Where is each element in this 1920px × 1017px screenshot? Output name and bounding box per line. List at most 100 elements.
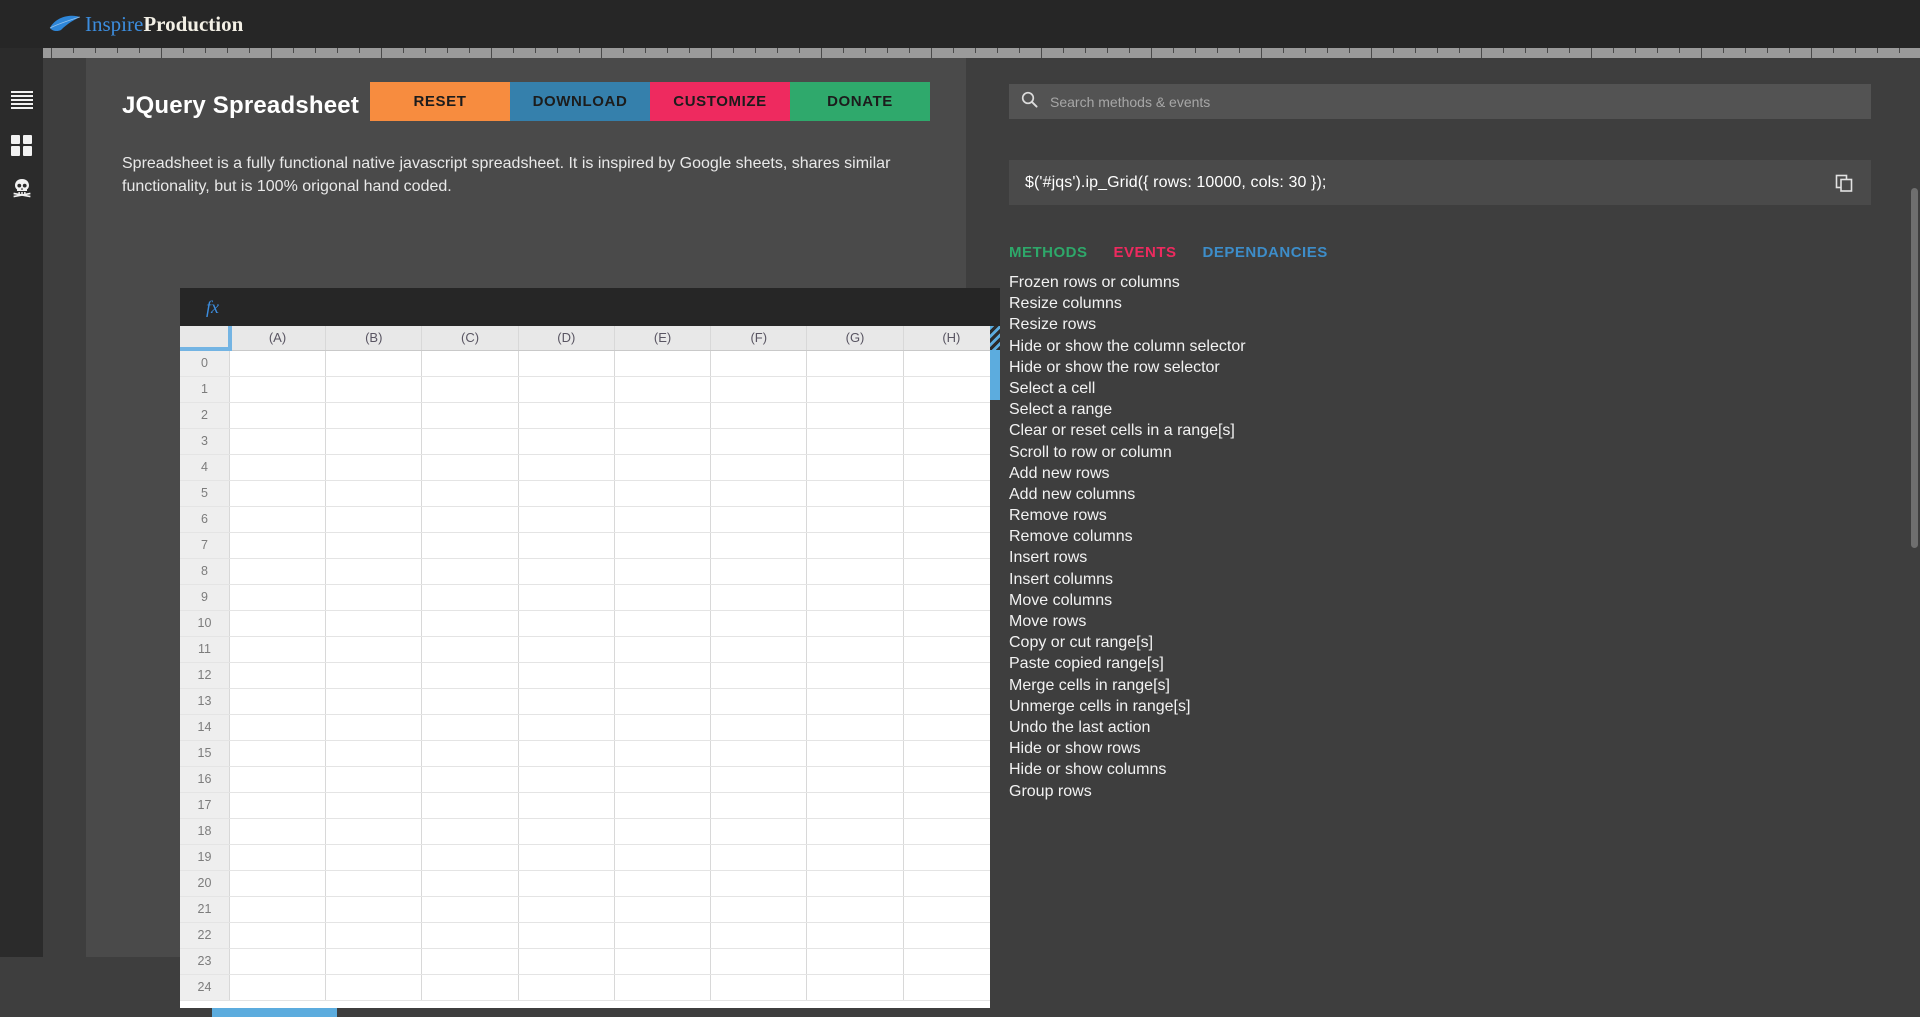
grid-cell[interactable] [518, 506, 615, 533]
row-header[interactable]: 7 [180, 532, 230, 559]
donate-button[interactable]: DONATE [790, 82, 930, 121]
customize-button[interactable]: CUSTOMIZE [650, 82, 790, 121]
grid-cell[interactable] [903, 636, 1000, 663]
grid-cell[interactable] [806, 896, 904, 923]
sidebar-item-skull[interactable] [0, 169, 43, 211]
table-row[interactable]: 4 [180, 454, 1000, 481]
page-vertical-scrollbar-thumb[interactable] [1911, 188, 1918, 548]
row-header[interactable]: 18 [180, 818, 230, 845]
grid-cell[interactable] [229, 532, 327, 559]
grid-cell[interactable] [229, 402, 327, 429]
grid-cell[interactable] [325, 506, 423, 533]
grid-cell[interactable] [614, 792, 712, 819]
formula-bar[interactable]: fx [180, 288, 1000, 326]
grid-cell[interactable] [614, 402, 712, 429]
grid-cell[interactable] [229, 662, 327, 689]
list-item[interactable]: Clear or reset cells in a range[s] [1009, 420, 1889, 441]
grid-cell[interactable] [229, 714, 327, 741]
grid-cell[interactable] [518, 376, 615, 403]
grid-cell[interactable] [806, 402, 904, 429]
grid-cell[interactable] [421, 506, 519, 533]
table-row[interactable]: 14 [180, 714, 1000, 741]
grid-cell[interactable] [903, 766, 1000, 793]
grid-cell[interactable] [229, 818, 327, 845]
grid-cell[interactable] [903, 792, 1000, 819]
row-header[interactable]: 1 [180, 376, 230, 403]
grid-cell[interactable] [421, 454, 519, 481]
grid-cell[interactable] [518, 610, 615, 637]
grid-cell[interactable] [325, 480, 423, 507]
grid-cell[interactable] [325, 792, 423, 819]
list-item[interactable]: Hide or show the column selector [1009, 336, 1889, 357]
grid-cell[interactable] [518, 636, 615, 663]
sidebar-item-apps[interactable] [0, 124, 43, 166]
grid-cell[interactable] [903, 896, 1000, 923]
grid-cell[interactable] [614, 584, 712, 611]
grid-cell[interactable] [421, 844, 519, 871]
search-bar[interactable] [1009, 84, 1871, 119]
reset-button[interactable]: RESET [370, 82, 510, 121]
grid-cell[interactable] [325, 662, 423, 689]
grid-cell[interactable] [325, 584, 423, 611]
table-row[interactable]: 6 [180, 506, 1000, 533]
grid-cell[interactable] [325, 714, 423, 741]
grid-cell[interactable] [614, 740, 712, 767]
grid-cell[interactable] [229, 974, 327, 1001]
grid-cell[interactable] [806, 454, 904, 481]
grid-cell[interactable] [518, 948, 615, 975]
grid-cell[interactable] [710, 376, 808, 403]
grid-cell[interactable] [710, 532, 808, 559]
table-row[interactable]: 1 [180, 376, 1000, 403]
column-header[interactable]: (F) [710, 326, 808, 351]
grid-vertical-scrollbar-thumb[interactable] [990, 350, 1000, 400]
grid-cell[interactable] [229, 870, 327, 897]
column-header[interactable]: (D) [518, 326, 615, 351]
grid-cell[interactable] [518, 428, 615, 455]
grid-cell[interactable] [903, 844, 1000, 871]
grid-cell[interactable] [710, 922, 808, 949]
row-header[interactable]: 10 [180, 610, 230, 637]
grid-cell[interactable] [421, 376, 519, 403]
grid-cell[interactable] [518, 532, 615, 559]
table-row[interactable]: 5 [180, 480, 1000, 507]
list-item[interactable]: Resize columns [1009, 293, 1889, 314]
grid-cell[interactable] [903, 948, 1000, 975]
list-item[interactable]: Move columns [1009, 590, 1889, 611]
table-row[interactable]: 16 [180, 766, 1000, 793]
spreadsheet-table[interactable]: (A) (B) (C) (D) (E) (F) (G) (H) 0 1 2 3 4 5 6 7 8 9 10 11 1… [180, 326, 1000, 1001]
grid-cell[interactable] [325, 688, 423, 715]
list-item[interactable]: Remove columns [1009, 526, 1889, 547]
list-item[interactable]: Select a range [1009, 399, 1889, 420]
grid-cell[interactable] [614, 480, 712, 507]
grid-cell[interactable] [710, 402, 808, 429]
grid-cell[interactable] [325, 454, 423, 481]
grid-cell[interactable] [421, 766, 519, 793]
table-row[interactable]: 13 [180, 688, 1000, 715]
grid-cell[interactable] [421, 818, 519, 845]
list-item[interactable]: Paste copied range[s] [1009, 653, 1889, 674]
grid-cell[interactable] [903, 688, 1000, 715]
grid-cell[interactable] [903, 662, 1000, 689]
grid-cell[interactable] [421, 636, 519, 663]
row-header[interactable]: 8 [180, 558, 230, 585]
grid-cell[interactable] [614, 844, 712, 871]
list-item[interactable]: Merge cells in range[s] [1009, 675, 1889, 696]
row-header[interactable]: 6 [180, 506, 230, 533]
grid-cell[interactable] [325, 610, 423, 637]
grid-cell[interactable] [421, 428, 519, 455]
tab-events[interactable]: EVENTS [1114, 244, 1177, 261]
grid-cell[interactable] [518, 454, 615, 481]
grid-cell[interactable] [421, 688, 519, 715]
row-header[interactable]: 0 [180, 350, 230, 377]
list-item[interactable]: Hide or show the row selector [1009, 357, 1889, 378]
grid-cell[interactable] [710, 636, 808, 663]
grid-cell[interactable] [806, 584, 904, 611]
grid-cell[interactable] [806, 662, 904, 689]
grid-cell[interactable] [614, 688, 712, 715]
grid-cell[interactable] [806, 636, 904, 663]
sidebar-item-menu[interactable] [0, 79, 43, 121]
grid-cell[interactable] [614, 350, 712, 377]
grid-cell[interactable] [710, 688, 808, 715]
column-header[interactable]: (B) [325, 326, 423, 351]
grid-cell[interactable] [229, 584, 327, 611]
